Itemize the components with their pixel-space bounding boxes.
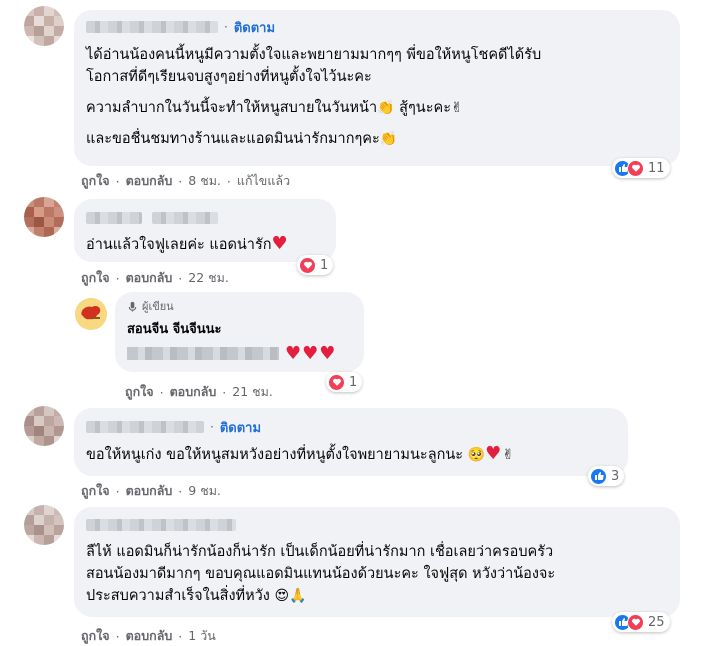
- reaction-count: 11: [648, 160, 665, 176]
- reaction-summary[interactable]: 1: [297, 255, 334, 275]
- microphone-icon: [128, 301, 137, 312]
- page-logo-icon: [75, 298, 107, 330]
- clap-emoji-icon: 👏: [377, 100, 395, 116]
- author-badge: ผู้เขียน: [142, 300, 174, 313]
- comment-text: ขอให้หนูเก่ง ขอให้หนูสมหวังอย่างที่หนูตั…: [86, 443, 514, 464]
- like-link[interactable]: ถูกใจ: [81, 481, 110, 501]
- comment-text: สอนน้องมาดีมากๆ ขอบคุณแอดมินแทนน้องด้วยน…: [86, 566, 556, 582]
- comment-text: โอกาสที่ดีๆเรียนจบสูงๆอย่างที่หนูตั้งใจไ…: [86, 69, 372, 85]
- comment-text: ได้อ่านน้องคนนี้หนูมีความตั้งใจและพยายาม…: [86, 47, 542, 63]
- commenter-name[interactable]: [86, 519, 236, 531]
- blurred-text: [127, 346, 279, 360]
- comment-bubble: · ติดตาม ได้อ่านน้องคนนี้หนูมีความตั้งใจ…: [74, 10, 680, 166]
- red-heart-emoji-icon: ♥: [271, 233, 289, 254]
- commenter-name[interactable]: [86, 21, 218, 33]
- victory-hand-emoji-icon: ✌: [450, 100, 463, 116]
- comment-time[interactable]: 22 ชม.: [188, 268, 229, 288]
- comment-bubble: · ติดตาม ขอให้หนูเก่ง ขอให้หนูสมหวังอย่า…: [74, 408, 628, 476]
- love-reaction-icon: [328, 373, 345, 391]
- victory-hand-emoji-icon: ✌: [502, 447, 514, 463]
- reply-link[interactable]: ตอบกลับ: [126, 481, 173, 501]
- reaction-summary[interactable]: 3: [588, 466, 625, 486]
- comment-time[interactable]: 21 ชม.: [232, 382, 273, 402]
- comment-actions: ถูกใจ · ตอบกลับ · 8 ชม. · แก้ไขแล้ว: [81, 171, 290, 191]
- comment-text: อ่านแล้วใจฟูเลยค่ะ แอดน่ารัก♥: [86, 233, 289, 254]
- like-reaction-icon: [590, 467, 607, 485]
- comment-bubble: ผู้เขียน สอนจีน จีนจีนนะ ♥♥♥: [115, 292, 364, 372]
- commenter-avatar[interactable]: [24, 197, 64, 237]
- reaction-count: 1: [349, 374, 358, 390]
- comment-time[interactable]: 8 ชม.: [188, 171, 221, 191]
- reply-link[interactable]: ตอบกลับ: [126, 626, 173, 646]
- heart-eyes-emoji-icon: 😍: [274, 588, 290, 604]
- reaction-summary[interactable]: 1: [326, 372, 363, 392]
- like-link[interactable]: ถูกใจ: [81, 268, 110, 288]
- comment-bubble: อ่านแล้วใจฟูเลยค่ะ แอดน่ารัก♥: [74, 199, 336, 262]
- follow-button[interactable]: ติดตาม: [220, 417, 261, 438]
- reaction-count: 25: [648, 614, 665, 630]
- author-name[interactable]: สอนจีน จีนจีนนะ: [127, 318, 352, 337]
- reaction-summary[interactable]: 11: [612, 158, 670, 178]
- reaction-summary[interactable]: 25: [612, 612, 670, 632]
- comment-text: ลืไห้ แอดมินก็น่ารักน้องก็น่ารัก เป็นเด็…: [86, 544, 554, 560]
- comment-actions: ถูกใจ · ตอบกลับ · 1 วัน: [81, 626, 216, 646]
- commenter-avatar[interactable]: [24, 6, 64, 46]
- love-reaction-icon: [627, 159, 644, 177]
- reaction-count: 1: [320, 257, 329, 273]
- clap-emoji-icon: 👏: [379, 131, 398, 147]
- commenter-name[interactable]: [86, 212, 142, 224]
- edited-label: แก้ไขแล้ว: [236, 173, 291, 188]
- commenter-avatar[interactable]: [24, 505, 64, 545]
- like-link[interactable]: ถูกใจ: [125, 382, 154, 402]
- comment-actions: ถูกใจ · ตอบกลับ · 21 ชม.: [125, 382, 273, 402]
- commenter-avatar[interactable]: [24, 406, 64, 446]
- reply-link[interactable]: ตอบกลับ: [170, 382, 217, 402]
- red-heart-emoji-icon: ♥♥♥: [285, 342, 337, 364]
- follow-button[interactable]: ติดตาม: [234, 17, 275, 38]
- page-avatar[interactable]: [75, 298, 107, 330]
- love-reaction-icon: [299, 256, 316, 274]
- like-link[interactable]: ถูกใจ: [81, 171, 110, 191]
- reply-link[interactable]: ตอบกลับ: [126, 268, 173, 288]
- love-reaction-icon: [627, 613, 644, 631]
- comment-text: และขอชื่นชมทางร้านและแอดมินน่ารักมากๆคะ👏: [86, 131, 398, 147]
- comment-time[interactable]: 9 ชม.: [188, 481, 221, 501]
- comment-bubble: ลืไห้ แอดมินก็น่ารักน้องก็น่ารัก เป็นเด็…: [74, 507, 680, 617]
- comment-text: ♥♥♥: [127, 342, 352, 364]
- commenter-name[interactable]: [152, 212, 218, 224]
- comment-actions: ถูกใจ · ตอบกลับ · 22 ชม.: [81, 268, 229, 288]
- like-link[interactable]: ถูกใจ: [81, 626, 110, 646]
- reaction-count: 3: [611, 468, 620, 484]
- pleading-face-emoji-icon: 🥺: [467, 447, 486, 463]
- comment-actions: ถูกใจ · ตอบกลับ · 9 ชม.: [81, 481, 221, 501]
- red-heart-emoji-icon: ♥: [485, 443, 503, 464]
- commenter-name[interactable]: [86, 421, 204, 433]
- comment-text: ประสบความสำเร็จในสิ่งที่หวัง 😍🙏: [86, 588, 307, 604]
- comment-time[interactable]: 1 วัน: [188, 626, 216, 646]
- comment-text: ความลำบากในวันนี้จะทำให้หนูสบายในวันหน้า…: [86, 100, 463, 116]
- reply-link[interactable]: ตอบกลับ: [126, 171, 173, 191]
- folded-hands-emoji-icon: 🙏: [289, 588, 307, 604]
